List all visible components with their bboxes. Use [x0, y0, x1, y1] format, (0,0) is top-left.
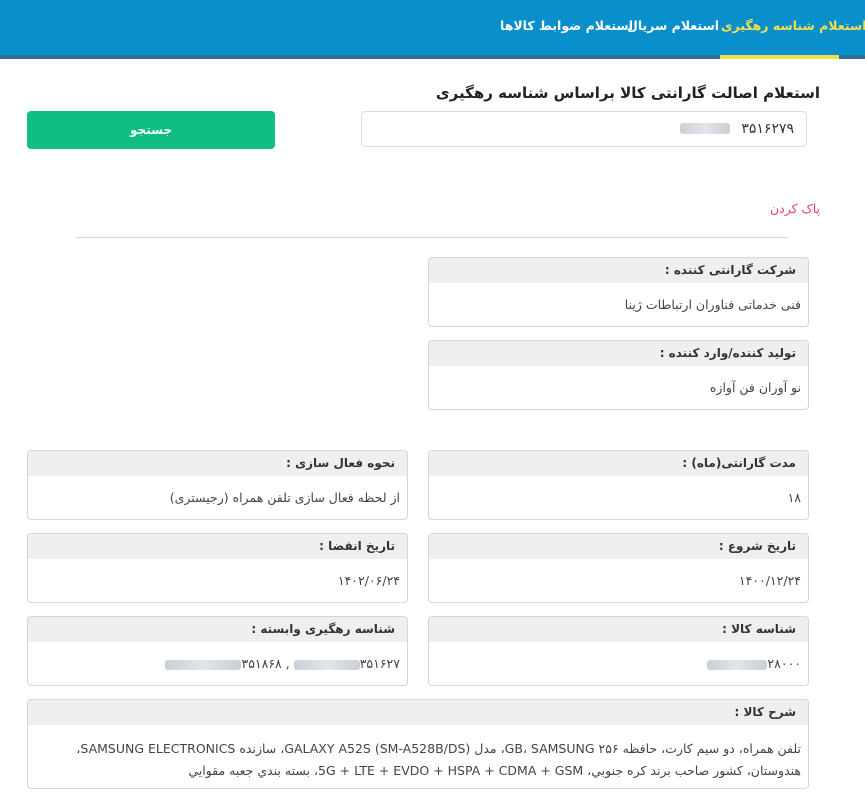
divider: [76, 237, 789, 238]
producer-value: نو آوران فن آوازه: [709, 380, 801, 395]
card-product-id: شناسه کالا : ۲۸۰۰۰: [428, 616, 809, 686]
activation-method-value: از لحظه فعال سازی تلفن همراه (رجیستری): [169, 490, 400, 505]
start-date-label: تاریخ شروع :: [429, 534, 808, 559]
card-product-description: شرح کالا : تلفن همراه، دو سیم کارت، حافظ…: [27, 699, 809, 789]
redacted-product-id: [707, 659, 768, 670]
producer-label: تولید کننده/وارد کننده :: [429, 341, 808, 366]
card-producer: تولید کننده/وارد کننده : نو آوران فن آوا…: [428, 340, 809, 410]
warranty-company-value: فنی خدماتی فناوران ارتباطات ژینا: [624, 297, 801, 312]
linked-tracking-value-b: ۳۵۱۶۲۷: [359, 656, 400, 671]
redacted-tracking-b: [293, 659, 360, 670]
redacted-input-part: [680, 123, 730, 134]
warranty-period-label: مدت گارانتی(ماه) :: [429, 451, 808, 476]
top-navbar: استعلام شناسه رهگیری استعلام سریال استعل…: [0, 0, 865, 59]
description-label: شرح کالا :: [28, 700, 808, 725]
tracking-id-input[interactable]: [361, 111, 807, 147]
card-linked-tracking-ids: شناسه رهگیری وابسته : ۳۵۱۶۲۷ , ۳۵۱۸۶۸: [27, 616, 408, 686]
redacted-tracking-a: [165, 659, 242, 670]
product-id-value: ۲۸۰۰۰: [767, 656, 801, 671]
expiry-date-value: ۱۴۰۲/۰۶/۲۴: [337, 573, 400, 588]
card-activation-method: نحوه فعال سازی : از لحظه فعال سازی تلفن …: [27, 450, 408, 520]
start-date-value: ۱۴۰۰/۱۲/۲۴: [738, 573, 801, 588]
card-expiry-date: تاریخ انقضا : ۱۴۰۲/۰۶/۲۴: [27, 533, 408, 603]
warranty-period-value: ۱۸: [787, 490, 801, 505]
linked-tracking-separator: ,: [281, 656, 294, 671]
active-tab-underline: [720, 55, 839, 59]
linked-tracking-value-a: ۳۵۱۸۶۸: [241, 656, 282, 671]
tab-serial-inquiry[interactable]: استعلام سریال: [627, 18, 719, 33]
description-line-1: تلفن همراه، دو سیم کارت، حافظه ۲۵۶ GB، S…: [76, 741, 801, 756]
tab-tracking-id-inquiry[interactable]: استعلام شناسه رهگیری: [721, 18, 865, 33]
expiry-date-label: تاریخ انقضا :: [28, 534, 407, 559]
search-button[interactable]: جستجو: [27, 111, 275, 149]
description-value: تلفن همراه، دو سیم کارت، حافظه ۲۵۶ GB، S…: [28, 725, 808, 782]
warranty-company-label: شرکت گارانتی کننده :: [429, 258, 808, 283]
card-start-date: تاریخ شروع : ۱۴۰۰/۱۲/۲۴: [428, 533, 809, 603]
linked-tracking-label: شناسه رهگیری وابسته :: [28, 617, 407, 642]
card-warranty-company: شرکت گارانتی کننده : فنی خدماتی فناوران …: [428, 257, 809, 327]
product-id-label: شناسه کالا :: [429, 617, 808, 642]
clear-link[interactable]: پاک کردن: [770, 201, 820, 216]
description-line-2: هندوستان، کشور صاحب برند کره جنوبي، 5G +…: [188, 763, 801, 778]
linked-tracking-value-row: ۳۵۱۶۲۷ , ۳۵۱۸۶۸: [28, 642, 407, 685]
page-title: استعلام اصالت گارانتی کالا براساس شناسه …: [435, 84, 820, 102]
product-id-value-row: ۲۸۰۰۰: [429, 642, 808, 685]
tab-product-rules-inquiry[interactable]: استعلام ضوابط کالاها: [500, 18, 633, 33]
activation-method-label: نحوه فعال سازی :: [28, 451, 407, 476]
card-warranty-period: مدت گارانتی(ماه) : ۱۸: [428, 450, 809, 520]
